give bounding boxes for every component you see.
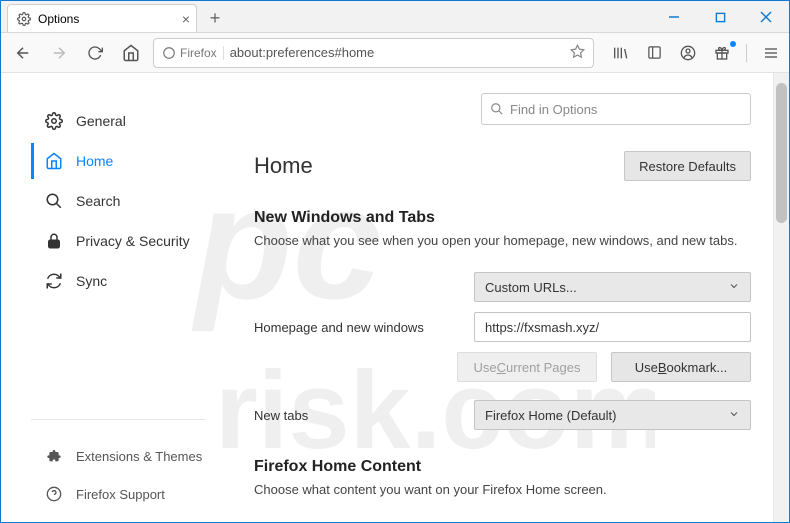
homepage-label: Homepage and new windows [254, 320, 474, 335]
titlebar: Options × + [1, 1, 789, 33]
identity-label: Firefox [180, 46, 217, 60]
forward-button[interactable] [45, 39, 73, 67]
sidebar-item-privacy[interactable]: Privacy & Security [31, 223, 216, 259]
identity-box[interactable]: Firefox [162, 46, 224, 60]
sidebar-item-label: Firefox Support [76, 487, 165, 502]
sidebar-item-home[interactable]: Home [31, 143, 216, 179]
sidebar-item-extensions[interactable]: Extensions & Themes [31, 438, 216, 474]
main-content: Find in Options Home Restore Defaults Ne… [216, 73, 789, 522]
notification-dot [730, 41, 736, 47]
sidebar-item-label: Home [76, 153, 113, 169]
chevron-down-icon [728, 280, 740, 295]
tab-title: Options [38, 12, 79, 26]
toolbar-icons [602, 43, 781, 63]
address-text: about:preferences#home [230, 45, 564, 60]
select-value: Custom URLs... [485, 280, 577, 295]
homepage-mode-select[interactable]: Custom URLs... [474, 272, 751, 302]
minimize-button[interactable] [651, 1, 697, 33]
menu-icon[interactable] [761, 43, 781, 63]
sidebar-item-label: Search [76, 193, 120, 209]
sidebar-item-label: General [76, 113, 126, 129]
find-in-options-input[interactable]: Find in Options [481, 93, 751, 125]
use-current-pages-button[interactable]: Use Current Pages [457, 352, 597, 382]
tab-strip: Options × + [1, 1, 229, 32]
sidebar-icon[interactable] [644, 43, 664, 63]
account-icon[interactable] [678, 43, 698, 63]
search-icon [44, 191, 64, 211]
home-button[interactable] [117, 39, 145, 67]
preferences-sidebar: General Home Search Privacy & Security [1, 73, 216, 522]
sidebar-item-label: Sync [76, 273, 107, 289]
bookmark-star-icon[interactable] [570, 44, 585, 62]
question-icon [44, 484, 64, 504]
use-bookmark-button[interactable]: Use Bookmark... [611, 352, 751, 382]
content-area: pc risk.com General Home [1, 73, 789, 522]
gear-icon [16, 11, 32, 27]
chevron-down-icon [728, 408, 740, 423]
section-desc: Choose what content you want on your Fir… [254, 482, 751, 497]
newtabs-mode-select[interactable]: Firefox Home (Default) [474, 400, 751, 430]
back-button[interactable] [9, 39, 37, 67]
library-icon[interactable] [610, 43, 630, 63]
sidebar-item-support[interactable]: Firefox Support [31, 476, 216, 512]
tab-close-icon[interactable]: × [182, 11, 190, 27]
nav-bar: Firefox about:preferences#home [1, 33, 789, 73]
section-desc: Choose what you see when you open your h… [254, 233, 751, 248]
url-bar[interactable]: Firefox about:preferences#home [153, 38, 594, 68]
search-icon [490, 102, 504, 116]
close-window-button[interactable] [743, 1, 789, 33]
puzzle-icon [44, 446, 64, 466]
home-icon [44, 151, 64, 171]
sidebar-item-label: Privacy & Security [76, 233, 190, 249]
sidebar-item-search[interactable]: Search [31, 183, 216, 219]
reload-button[interactable] [81, 39, 109, 67]
homepage-url-input[interactable] [474, 312, 751, 342]
newtabs-label: New tabs [254, 408, 474, 423]
sidebar-item-general[interactable]: General [31, 103, 216, 139]
gift-icon[interactable] [712, 43, 732, 63]
firefox-icon [162, 46, 176, 60]
section-title: New Windows and Tabs [254, 209, 751, 227]
search-placeholder: Find in Options [510, 102, 597, 117]
page-title: Home [254, 153, 313, 179]
select-value: Firefox Home (Default) [485, 408, 616, 423]
window-controls [651, 1, 789, 32]
sidebar-item-label: Extensions & Themes [76, 449, 202, 464]
toolbar-separator [746, 44, 747, 62]
maximize-button[interactable] [697, 1, 743, 33]
tab-options[interactable]: Options × [7, 4, 197, 32]
new-tab-button[interactable]: + [201, 4, 229, 32]
sync-icon [44, 271, 64, 291]
sidebar-separator [31, 419, 206, 420]
browser-window: Options × + [0, 0, 790, 523]
lock-icon [44, 231, 64, 251]
section-title: Firefox Home Content [254, 458, 751, 476]
gear-icon [44, 111, 64, 131]
sidebar-item-sync[interactable]: Sync [31, 263, 216, 299]
restore-defaults-button[interactable]: Restore Defaults [624, 151, 751, 181]
